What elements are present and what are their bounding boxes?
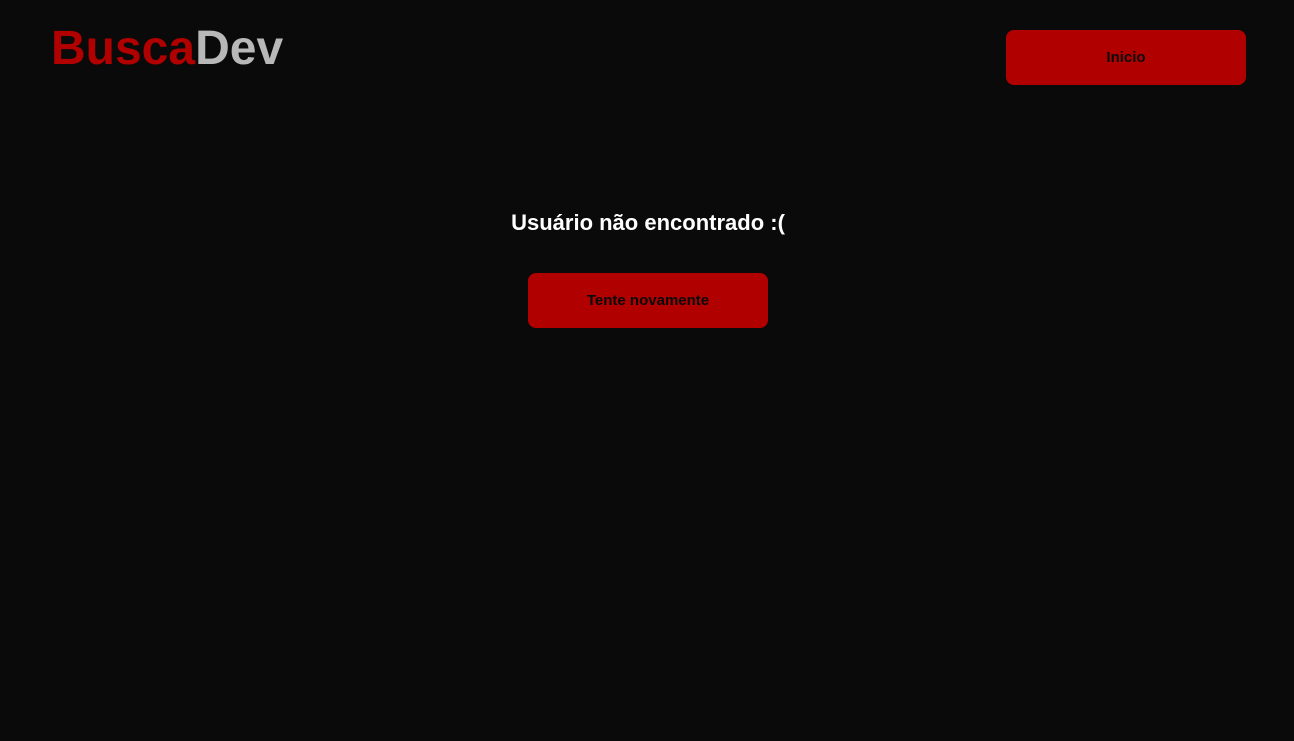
logo-text-dev: Dev: [195, 22, 284, 75]
app-logo: BuscaDev: [51, 20, 283, 78]
home-button[interactable]: Inicio: [1006, 30, 1246, 85]
not-found-message: Usuário não encontrado :(: [511, 210, 785, 235]
retry-button[interactable]: Tente novamente: [528, 273, 768, 328]
logo-text-busca: Busca: [51, 22, 196, 75]
